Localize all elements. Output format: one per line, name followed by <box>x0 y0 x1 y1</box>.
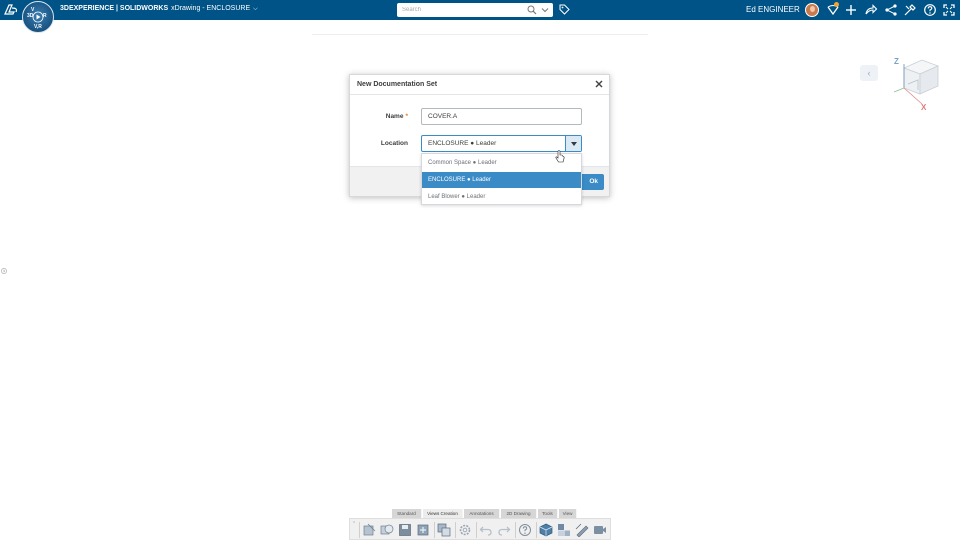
required-mark: * <box>405 113 408 120</box>
user-name[interactable]: Ed ENGINEER <box>746 5 800 14</box>
save-icon[interactable] <box>398 523 412 537</box>
compass-icon[interactable]: 3D V R V,R <box>22 1 54 33</box>
tab-tools[interactable]: Tools <box>538 509 558 518</box>
location-label: Location <box>380 140 408 147</box>
sketch-view-icon[interactable] <box>575 523 589 537</box>
dassault-logo-icon[interactable] <box>3 3 19 17</box>
hand-cursor-icon <box>555 150 565 163</box>
settings-gear-icon[interactable] <box>458 523 472 537</box>
search-options-chevron-icon[interactable] <box>540 5 550 15</box>
help-icon[interactable] <box>923 3 937 17</box>
search-input[interactable] <box>397 3 523 17</box>
notification-badge <box>834 2 839 7</box>
section-view-icon[interactable] <box>362 523 376 537</box>
toolbar-expand-icon[interactable]: ⌃ <box>352 521 356 527</box>
tag-icon[interactable] <box>559 4 570 15</box>
collapse-panel-button[interactable]: ‹ <box>860 65 878 81</box>
tab-standard[interactable]: Standard <box>392 509 422 518</box>
brand-name: 3DEXPERIENCE | SOLIDWORKS <box>60 5 169 12</box>
add-icon[interactable] <box>844 3 858 17</box>
dialog-header: New Documentation Set <box>350 75 609 95</box>
tab-view[interactable]: View <box>559 509 577 518</box>
toolbar-separator <box>455 522 456 538</box>
chevron-down-icon[interactable]: ⌵ <box>253 6 258 13</box>
top-bar: 3DEXPERIENCE | SOLIDWORKS xDrawing - ENCL… <box>0 0 960 20</box>
close-icon[interactable] <box>594 79 604 89</box>
search-box <box>397 3 553 17</box>
search-icon[interactable] <box>527 5 537 15</box>
sheet-border <box>312 34 648 35</box>
location-option-leaf-blower[interactable]: Leaf Blower ● Leader <box>422 189 581 205</box>
dropdown-arrow-icon[interactable] <box>565 136 581 151</box>
play-icon <box>32 11 44 23</box>
brand-title: 3DEXPERIENCE | SOLIDWORKS xDrawing - ENCL… <box>60 5 258 13</box>
help-circle-icon[interactable] <box>518 523 532 537</box>
tab-annotations[interactable]: Annotations <box>464 509 500 518</box>
axis-z-label: Z <box>894 57 899 66</box>
name-label-text: Name <box>385 113 404 120</box>
toolbar-separator <box>536 522 537 538</box>
standard-views-icon[interactable] <box>557 523 571 537</box>
redo-icon[interactable] <box>497 523 511 537</box>
location-option-enclosure[interactable]: ENCLOSURE ● Leader <box>422 172 581 188</box>
fullscreen-icon[interactable] <box>942 3 956 17</box>
name-label: Name * <box>353 113 408 120</box>
tools-icon[interactable] <box>903 3 917 17</box>
detail-view-icon[interactable] <box>380 523 394 537</box>
axis-x-label: X <box>921 103 927 112</box>
toolbar-separator <box>359 522 360 538</box>
toolbar-separator <box>434 522 435 538</box>
action-toolbar: ⌃ <box>349 518 611 540</box>
share-arrow-icon[interactable] <box>864 3 878 17</box>
location-selected-value: ENCLOSURE ● Leader <box>428 140 497 147</box>
avatar[interactable] <box>805 3 819 17</box>
dialog-title: New Documentation Set <box>357 81 438 88</box>
toolbar-separator <box>515 522 516 538</box>
auxiliary-view-icon[interactable] <box>416 523 430 537</box>
share-network-icon[interactable] <box>884 3 898 17</box>
side-panel-handle-icon[interactable] <box>1 266 8 276</box>
name-field[interactable] <box>421 108 582 125</box>
toolbar-separator <box>476 522 477 538</box>
app-title[interactable]: xDrawing - ENCLOSURE <box>171 5 250 12</box>
camera-view-icon[interactable] <box>593 523 607 537</box>
tab-2d-drawing[interactable]: 2D Drawing <box>501 509 537 518</box>
projected-view-icon[interactable] <box>437 523 451 537</box>
undo-icon[interactable] <box>479 523 493 537</box>
tab-views-creation[interactable]: Views Creation <box>423 509 463 518</box>
model-view-icon[interactable] <box>539 523 553 537</box>
view-cube-icon[interactable]: Z X <box>890 54 940 112</box>
compass-label-bottom: V,R <box>34 24 42 30</box>
